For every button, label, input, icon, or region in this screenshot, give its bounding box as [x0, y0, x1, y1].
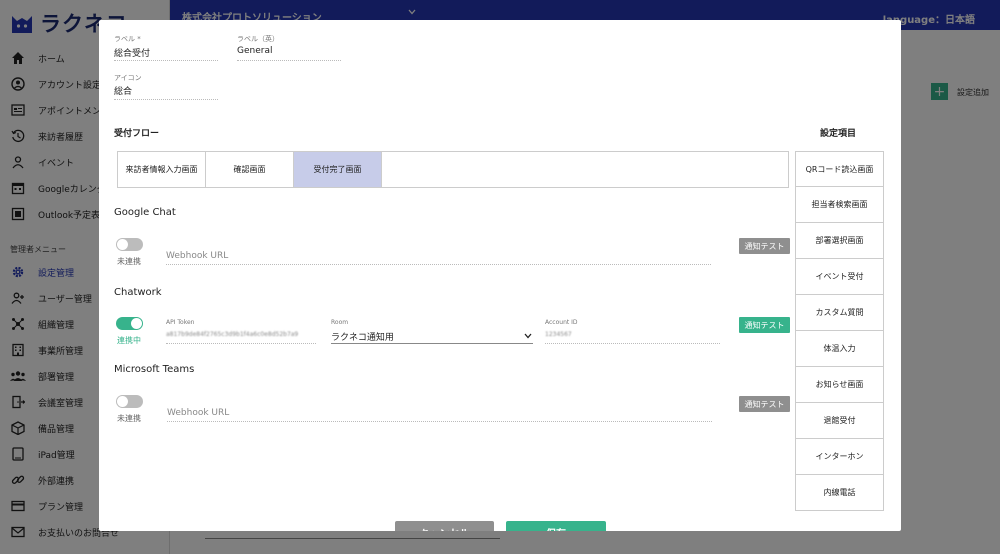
cancel-button[interactable]: キャンセル [395, 521, 494, 531]
google-chat-webhook-input[interactable]: Webhook URL [166, 251, 228, 261]
save-button[interactable]: 保存 [506, 521, 606, 531]
icon-field-label: アイコン [114, 74, 142, 82]
account-id-underline [545, 343, 720, 344]
icon-input[interactable]: 総合 [114, 84, 132, 97]
account-id-input[interactable]: 1234567 [545, 331, 572, 338]
room-underline [331, 343, 533, 344]
teams-status: 未連携 [117, 414, 141, 423]
tab-confirmation[interactable]: 確認画面 [206, 152, 294, 187]
settings-item-qr-code[interactable]: QRコード読込画面 [795, 151, 884, 187]
chevron-down-icon[interactable] [524, 333, 532, 339]
chatwork-test-button[interactable]: 通知テスト [739, 317, 790, 333]
teams-test-button[interactable]: 通知テスト [739, 396, 790, 412]
icon-underline [114, 99, 218, 100]
label-en-field-label: ラベル（英） [237, 35, 279, 43]
google-chat-toggle[interactable] [116, 238, 143, 251]
room-label: Room [331, 319, 349, 326]
label-jp-underline [114, 60, 218, 61]
settings-item-checkout[interactable]: 退館受付 [795, 403, 884, 439]
label-en-input[interactable]: General [237, 46, 272, 56]
flow-tabs: 来訪者情報入力画面 確認画面 受付完了画面 [117, 151, 789, 188]
google-chat-title: Google Chat [114, 207, 176, 218]
label-en-underline [237, 60, 341, 61]
api-token-label: API Token [166, 319, 195, 326]
api-token-input[interactable]: a817b9de84f2765c3d9b1f4a6c0e8d52b7a9 [166, 331, 298, 338]
tab-reception-complete[interactable]: 受付完了画面 [294, 152, 382, 187]
settings-heading: 設定項目 [820, 129, 857, 139]
account-id-label: Account ID [545, 319, 578, 326]
toggle-knob [117, 239, 128, 250]
settings-item-extension-phone[interactable]: 内線電話 [795, 475, 884, 511]
chatwork-title: Chatwork [114, 287, 162, 298]
teams-webhook-underline [167, 421, 712, 422]
reception-settings-modal: ラベル * 総合受付 ラベル（英） General アイコン 総合 受付フロー … [99, 20, 901, 531]
settings-list: QRコード読込画面 担当者検索画面 部署選択画面 イベント受付 カスタム質問 体… [795, 151, 884, 511]
tab-visitor-info-input[interactable]: 来訪者情報入力画面 [118, 152, 206, 187]
settings-item-event-reception[interactable]: イベント受付 [795, 259, 884, 295]
toggle-knob [131, 318, 142, 329]
settings-item-staff-search[interactable]: 担当者検索画面 [795, 187, 884, 223]
api-token-underline [166, 343, 316, 344]
teams-title: Microsoft Teams [114, 364, 195, 375]
settings-item-notice[interactable]: お知らせ画面 [795, 367, 884, 403]
room-select[interactable]: ラクネコ通知用 [331, 330, 394, 343]
chatwork-status: 連携中 [117, 336, 141, 345]
label-jp-input[interactable]: 総合受付 [114, 46, 150, 59]
settings-item-custom-question[interactable]: カスタム質問 [795, 295, 884, 331]
teams-webhook-input[interactable]: Webhook URL [167, 408, 229, 418]
google-chat-test-button[interactable]: 通知テスト [739, 238, 790, 254]
settings-item-intercom[interactable]: インターホン [795, 439, 884, 475]
google-chat-webhook-underline [166, 264, 711, 265]
label-jp-field-label: ラベル * [114, 35, 141, 43]
settings-item-temperature[interactable]: 体温入力 [795, 331, 884, 367]
google-chat-status: 未連携 [117, 257, 141, 266]
toggle-knob [117, 396, 128, 407]
flow-heading: 受付フロー [114, 129, 160, 139]
settings-item-department-select[interactable]: 部署選択画面 [795, 223, 884, 259]
teams-toggle[interactable] [116, 395, 143, 408]
chatwork-toggle[interactable] [116, 317, 143, 330]
